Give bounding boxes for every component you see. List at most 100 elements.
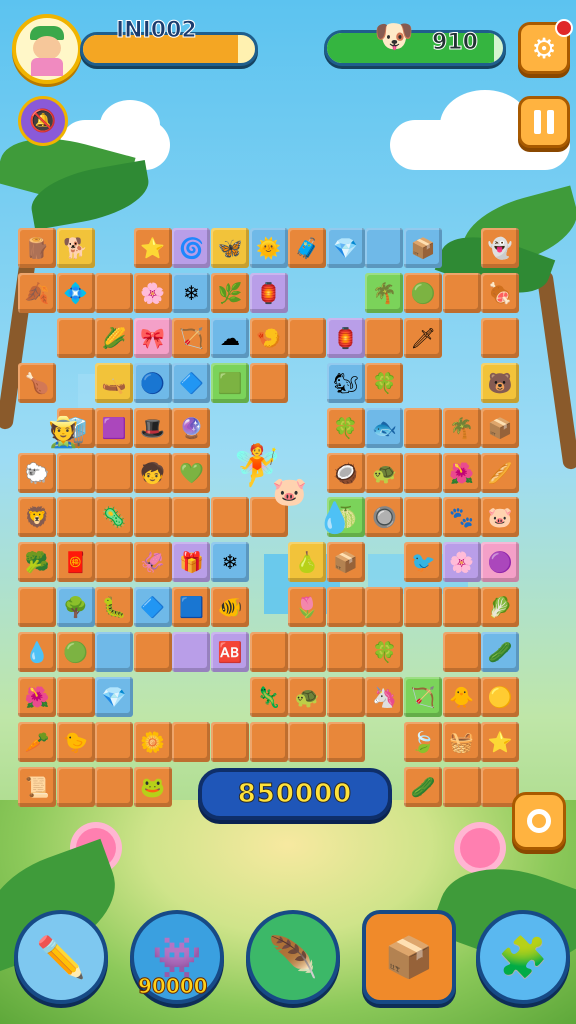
board-tile[interactable]: 🦋: [211, 228, 249, 268]
board-tile[interactable]: 🐢: [288, 677, 327, 717]
board-tile[interactable]: ❄: [211, 542, 249, 583]
board-tile[interactable]: [95, 632, 134, 673]
board-tile[interactable]: 🟢: [404, 272, 442, 313]
board-tile[interactable]: 🧧: [56, 542, 95, 583]
board-tile[interactable]: 🌀: [172, 228, 211, 268]
board-tile[interactable]: [249, 721, 288, 762]
board-tile[interactable]: 🔵: [133, 362, 172, 403]
board-tile[interactable]: 📦: [326, 542, 365, 583]
board-tile[interactable]: 💧: [18, 632, 56, 673]
board-tile[interactable]: 🍃: [404, 721, 442, 762]
board-tile[interactable]: 📜: [18, 766, 56, 807]
board-tile[interactable]: 🐷: [481, 497, 520, 538]
board-tile[interactable]: 🌳: [56, 587, 95, 628]
board-tile[interactable]: 🐛: [95, 587, 134, 628]
board-tile[interactable]: 🌴: [365, 272, 404, 313]
board-tile[interactable]: [404, 587, 442, 628]
board-tile[interactable]: 🐻: [481, 362, 520, 403]
board-tile[interactable]: ⭐: [133, 228, 172, 268]
board-tile[interactable]: 🥬: [481, 587, 520, 628]
board-tile[interactable]: [442, 587, 481, 628]
board-tile[interactable]: [442, 766, 481, 807]
board-tile[interactable]: [172, 632, 211, 673]
board-tile[interactable]: 🦑: [133, 542, 172, 583]
board-tile[interactable]: 🌼: [133, 721, 172, 762]
board-tile[interactable]: [211, 721, 249, 762]
board-tile[interactable]: [95, 452, 134, 493]
board-tile[interactable]: [56, 677, 95, 717]
board-tile[interactable]: 🍀: [326, 407, 365, 448]
board-tile[interactable]: 💚: [172, 452, 211, 493]
board-tile[interactable]: 🏹: [404, 677, 442, 717]
board-tile[interactable]: 🗡: [404, 317, 442, 358]
board-tile[interactable]: 🐤: [56, 721, 95, 762]
board-tile[interactable]: 🍂: [18, 272, 56, 313]
board-tile[interactable]: [404, 407, 442, 448]
board-tile[interactable]: 🍖: [481, 272, 520, 313]
board-tile[interactable]: [249, 362, 288, 403]
board-tile[interactable]: 🟣: [481, 542, 520, 583]
character-pig[interactable]: 🐷: [272, 478, 307, 506]
board-tile[interactable]: [133, 632, 172, 673]
board-tile[interactable]: 🎩: [133, 407, 172, 448]
board-tile[interactable]: 💎: [326, 228, 365, 268]
board-tile[interactable]: 🔷: [133, 587, 172, 628]
board-tile[interactable]: 🥒: [404, 766, 442, 807]
settings-button[interactable]: ⚙: [518, 19, 573, 74]
board-tile[interactable]: [133, 497, 172, 538]
character-boy[interactable]: 🧑‍🌾: [48, 418, 85, 448]
board-tile[interactable]: 🌽: [95, 317, 134, 358]
board-tile[interactable]: 🥥: [326, 452, 365, 493]
board-tile[interactable]: 🟪: [95, 407, 134, 448]
board-tile[interactable]: 🌿: [211, 272, 249, 313]
board-tile[interactable]: 🌞: [249, 228, 288, 268]
board-tile[interactable]: 🔘: [365, 497, 404, 538]
board-tile[interactable]: [442, 632, 481, 673]
board-tile[interactable]: [288, 632, 327, 673]
board-tile[interactable]: 🐿: [326, 362, 365, 403]
board-tile[interactable]: 🌺: [442, 452, 481, 493]
board-tile[interactable]: [95, 721, 134, 762]
board-tile[interactable]: [95, 272, 134, 313]
board-tile[interactable]: [365, 228, 404, 268]
board-tile[interactable]: [172, 721, 211, 762]
board-tile[interactable]: [249, 632, 288, 673]
board-tile[interactable]: [365, 317, 404, 358]
board-tile[interactable]: 🌸: [133, 272, 172, 313]
board-tile[interactable]: [288, 721, 327, 762]
puzzle-powerup[interactable]: 🧩: [476, 910, 570, 1004]
board-tile[interactable]: 🧳: [288, 228, 327, 268]
board-tile[interactable]: 🧒: [133, 452, 172, 493]
board-tile[interactable]: 🐑: [18, 452, 56, 493]
board-tile[interactable]: [326, 632, 365, 673]
box-powerup[interactable]: 📦: [362, 910, 456, 1004]
board-tile[interactable]: 🍤: [249, 317, 288, 358]
board-tile[interactable]: [442, 272, 481, 313]
board-tile[interactable]: 🍐: [288, 542, 327, 583]
player-avatar[interactable]: [12, 14, 82, 84]
board-tile[interactable]: 🐥: [442, 677, 481, 717]
feather-powerup[interactable]: 🪶: [246, 910, 340, 1004]
board-tile[interactable]: [211, 497, 249, 538]
board-tile[interactable]: ⭐: [481, 721, 520, 762]
board-tile[interactable]: 🦠: [95, 497, 134, 538]
board-tile[interactable]: 🌴: [442, 407, 481, 448]
board-tile[interactable]: 🎀: [133, 317, 172, 358]
board-tile[interactable]: 🪵: [18, 228, 56, 268]
board-tile[interactable]: 🐠: [211, 587, 249, 628]
board-tile[interactable]: 🌺: [18, 677, 56, 717]
board-tile[interactable]: 🐟: [365, 407, 404, 448]
target-button[interactable]: [512, 792, 566, 850]
board-tile[interactable]: [326, 721, 365, 762]
board-tile[interactable]: [404, 452, 442, 493]
board-tile[interactable]: 🌸: [442, 542, 481, 583]
board-tile[interactable]: 🛶: [95, 362, 134, 403]
board-tile[interactable]: 🐸: [133, 766, 172, 807]
board-tile[interactable]: 🐦: [404, 542, 442, 583]
pencil-powerup[interactable]: ✏️: [14, 910, 108, 1004]
board-tile[interactable]: 🧺: [442, 721, 481, 762]
board-tile[interactable]: 🟡: [481, 677, 520, 717]
board-tile[interactable]: 💎: [95, 677, 134, 717]
board-tile[interactable]: 📦: [404, 228, 442, 268]
board-tile[interactable]: [95, 766, 134, 807]
